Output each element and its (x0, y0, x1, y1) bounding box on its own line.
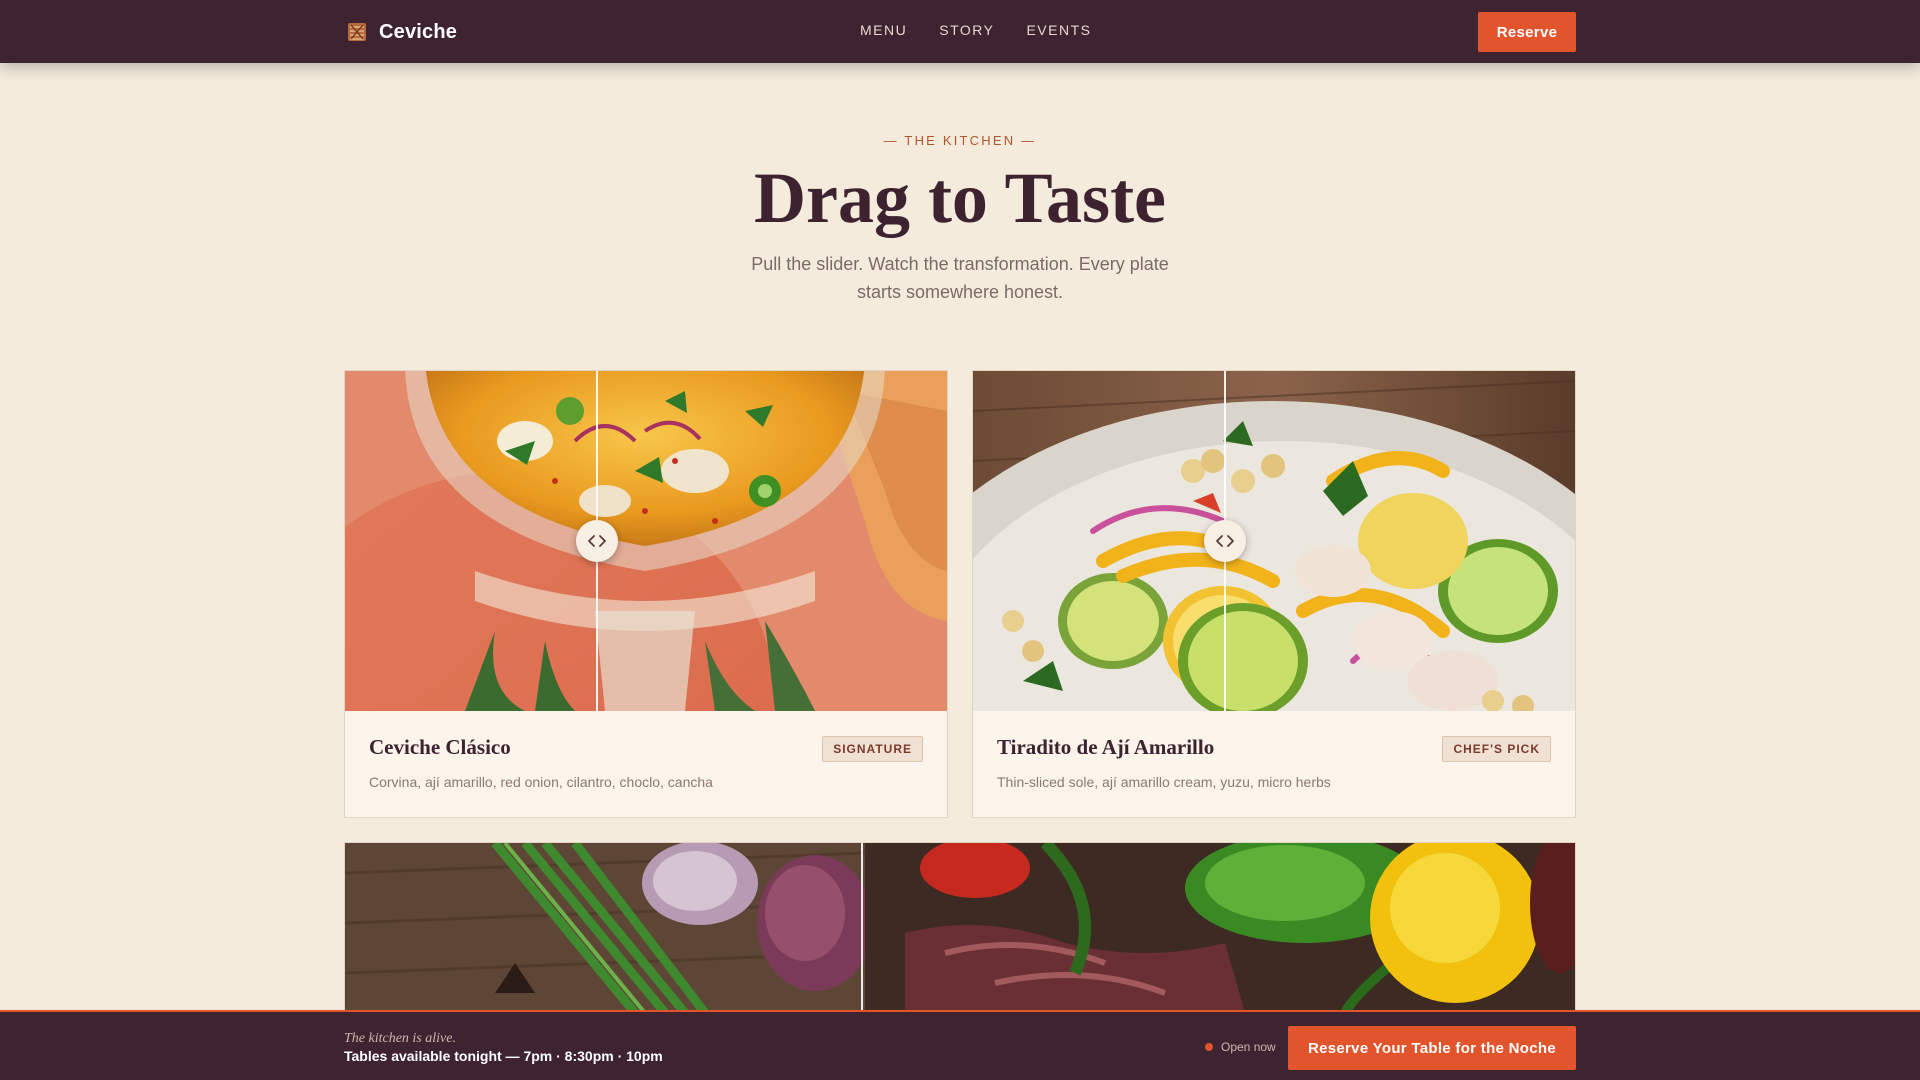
dish-name: Ceviche Clásico (369, 735, 511, 759)
slider-handle[interactable] (1204, 520, 1246, 562)
dish-description: Corvina, ají amarillo, red onion, cilant… (369, 774, 713, 790)
before-after-slider[interactable] (345, 371, 947, 711)
wide-before-after-slider[interactable] (344, 842, 1576, 1012)
kitchen-status-tagline: The kitchen is alive. (344, 1031, 456, 1046)
available-times: Tables available tonight — 7pm · 8:30pm … (344, 1048, 663, 1064)
dish-badge: SIGNATURE (822, 736, 923, 762)
drag-arrows-icon (588, 535, 606, 547)
ingredients-image (345, 843, 1575, 1011)
top-nav: Ceviche MENU STORY EVENTS Reserve (0, 0, 1920, 63)
dish-card-tiradito: Tiradito de Ají Amarillo CHEF'S PICK Thi… (972, 370, 1576, 818)
tiradito-image (973, 371, 1575, 711)
ceviche-clasico-image (345, 371, 947, 711)
reserve-table-button[interactable]: Reserve Your Table for the Noche (1288, 1026, 1576, 1070)
main-navigation: MENU STORY EVENTS (860, 22, 1091, 38)
status-dot-icon (1205, 1043, 1213, 1051)
dish-badge: CHEF'S PICK (1442, 736, 1551, 762)
page-subtitle: Pull the slider. Watch the transformatio… (751, 254, 1169, 302)
dish-card-ceviche-clasico: Ceviche Clásico SIGNATURE Corvina, ají a… (344, 370, 948, 818)
dish-name: Tiradito de Ají Amarillo (997, 735, 1215, 759)
page-title: Drag to Taste (754, 158, 1166, 238)
slider-handle[interactable] (576, 520, 618, 562)
dish-description: Thin-sliced sole, ají amarillo cream, yu… (997, 774, 1331, 790)
brand-logo[interactable]: Ceviche (346, 18, 457, 46)
sticky-reservation-bar: The kitchen is alive. Tables available t… (0, 1010, 1920, 1080)
brand-name: Ceviche (379, 20, 458, 43)
section-eyebrow: — THE KITCHEN — (883, 133, 1037, 148)
before-after-slider[interactable] (973, 371, 1575, 711)
reserve-button[interactable]: Reserve (1478, 12, 1576, 52)
open-status: Open now (1205, 1040, 1276, 1054)
drag-arrows-icon (1216, 535, 1234, 547)
nav-link-menu[interactable]: MENU (860, 22, 907, 38)
nav-link-events[interactable]: EVENTS (1026, 22, 1091, 38)
ceviche-logo-icon (348, 23, 366, 41)
open-status-label: Open now (1221, 1040, 1276, 1054)
slider-divider[interactable] (861, 843, 863, 1011)
nav-link-story[interactable]: STORY (939, 22, 994, 38)
